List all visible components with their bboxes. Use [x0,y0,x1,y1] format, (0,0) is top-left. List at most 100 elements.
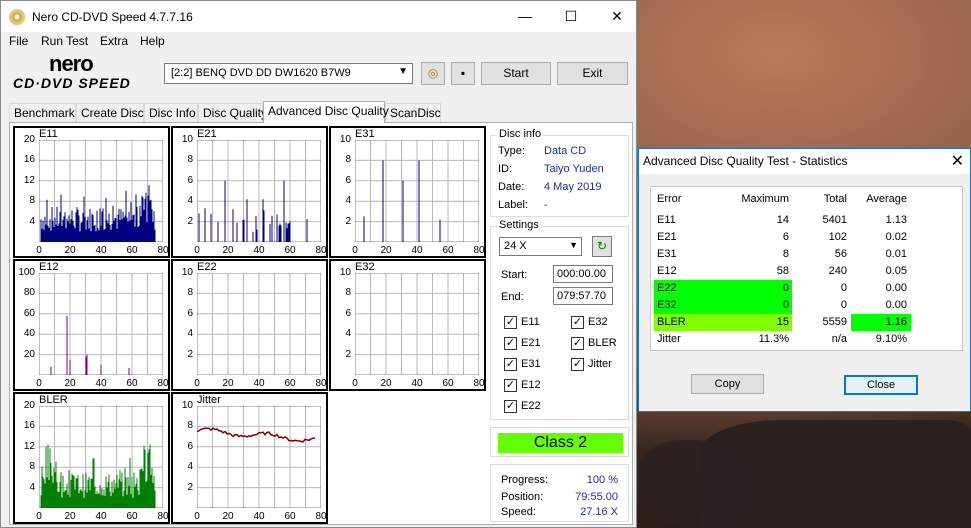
x-tick-label: 20 [64,245,76,256]
checkbox-e21[interactable]: ✓ [504,337,517,350]
tab-panel: E11 20 16 12 8 4 0 20 40 60 80 E21 10 8 6 4 2 0 20 40 60 80 E3… [9,122,633,525]
graph-label: E12 [39,261,59,273]
graph-e12: E12 100 80 60 40 20 0 20 40 60 80 [13,259,170,391]
y-tick-label: 2 [187,481,193,493]
x-tick-label: 40 [411,378,423,389]
x-tick-label: 80 [315,245,327,256]
x-tick-label: 60 [284,245,296,256]
checkbox-e22[interactable]: ✓ [504,400,517,413]
graph-plot [39,406,163,508]
window-title: Nero CD-DVD Speed 4.7.7.16 [32,10,193,24]
chevron-down-icon: ▼ [569,240,578,250]
disc-info-icon-button[interactable]: ◎ [421,62,445,85]
checkbox-e32[interactable]: ✓ [571,316,584,329]
minimize-button[interactable]: — [502,1,548,32]
x-tick-label: 20 [222,378,234,389]
stat-max: 0 [782,299,789,311]
tab-benchmark[interactable]: Benchmark [9,103,76,122]
checkbox-e12[interactable]: ✓ [504,379,517,392]
graph-e22: E22 10 8 6 4 2 0 20 40 60 80 [171,259,328,391]
stat-total: 5559 [822,316,847,328]
stat-total: 5401 [822,214,847,226]
x-tick-label: 40 [253,511,265,522]
x-tick-label: 60 [126,511,138,522]
checkbox-jitter[interactable]: ✓ [571,358,584,371]
y-tick-label: 12 [23,174,35,186]
graph-plot [197,273,321,375]
disc-label: - [544,199,548,211]
y-tick-label: 10 [339,134,351,145]
checkbox-e11[interactable]: ✓ [504,316,517,329]
end-time-input[interactable]: 079:57.70 [553,287,613,305]
checkbox-bler[interactable]: ✓ [571,337,584,350]
close-button[interactable]: ✕ [594,1,640,32]
checkbox-e31[interactable]: ✓ [504,358,517,371]
settings-group: Settings 24 X ▼ ↻ Start: 000:00.00 End: … [490,219,629,420]
x-tick-label: 0 [36,245,42,256]
save-icon-button[interactable]: ▪ [451,62,475,85]
x-tick-label: 80 [315,511,327,522]
maximize-button[interactable]: ☐ [548,1,594,32]
x-tick-label: 60 [284,378,296,389]
y-tick-label: 8 [187,287,193,299]
menu-file[interactable]: File [9,34,28,48]
graph-e32: E32 10 8 6 4 2 0 20 40 60 80 [329,259,486,391]
x-tick-label: 40 [95,245,107,256]
copy-button[interactable]: Copy [691,374,764,394]
stat-avg: 0.02 [885,231,907,243]
graph-label: BLER [39,394,68,406]
graph-plot [197,140,321,242]
tab-disc-quality[interactable]: Disc Quality [198,103,267,122]
y-tick-label: 8 [29,195,35,207]
dialog-close-icon[interactable]: ✕ [951,151,964,171]
x-tick-label: 0 [194,245,200,256]
save-icon: ▪ [460,66,466,80]
x-tick-label: 0 [352,245,358,256]
speed-select[interactable]: 24 X ▼ [499,237,582,256]
menu-help[interactable]: Help [140,34,165,48]
x-tick-label: 60 [126,245,138,256]
menu-run-test[interactable]: Run Test [41,34,88,48]
close-dialog-button[interactable]: Close [844,375,918,395]
graph-e21: E21 10 8 6 4 2 0 20 40 60 80 [171,126,328,258]
y-tick-label: 16 [23,420,35,432]
x-tick-label: 80 [473,245,485,256]
stat-avg: 1.16 [885,316,907,328]
x-tick-label: 80 [157,245,169,256]
x-tick-label: 40 [95,511,107,522]
graph-label: E32 [355,261,375,273]
stat-total: n/a [831,333,847,345]
class-badge: Class 2 [498,433,623,453]
graph-label: E22 [197,261,217,273]
start-button[interactable]: Start [481,62,551,85]
column-header: Maximum [741,193,789,205]
graph-e11: E11 20 16 12 8 4 0 20 40 60 80 [13,126,170,258]
stat-name: E11 [657,214,676,226]
x-tick-label: 20 [380,378,392,389]
statistics-table: Error Maximum Total Average E11 14 5401 1.13 E21… [650,186,963,351]
y-tick-label: 10 [181,400,193,411]
main-window: Nero CD-DVD Speed 4.7.7.16 — ☐ ✕ File Ru… [0,0,637,528]
statistics-dialog: Advanced Disc Quality Test - Statistics … [638,148,971,412]
exit-button[interactable]: Exit [557,62,628,85]
x-tick-label: 0 [36,511,42,522]
stat-name: E31 [657,248,677,260]
drive-select[interactable]: [2:2] BENQ DVD DD DW1620 B7W9 ▼ [164,63,413,84]
tab-disc-info[interactable]: Disc Info [144,103,198,122]
menu-extra[interactable]: Extra [100,34,128,48]
tab-advanced-disc-quality[interactable]: Advanced Disc Quality [263,101,389,123]
disc-type: Data CD [544,145,587,157]
stat-avg: 0.05 [885,265,907,277]
tab-scandisc[interactable]: ScanDisc [385,103,441,122]
stat-max: 15 [776,316,789,328]
stat-total: 0 [840,282,847,294]
column-header: Average [866,193,907,205]
y-tick-label: 20 [23,348,35,360]
start-time-input[interactable]: 000:00.00 [553,265,613,283]
chevron-down-icon: ▼ [398,66,408,77]
menu-bar: File Run Test Extra Help [1,32,636,52]
refresh-button[interactable]: ↻ [592,236,612,257]
tab-create-disc[interactable]: Create Disc [76,103,144,122]
graph-plot [355,140,479,242]
y-tick-label: 60 [23,307,35,319]
